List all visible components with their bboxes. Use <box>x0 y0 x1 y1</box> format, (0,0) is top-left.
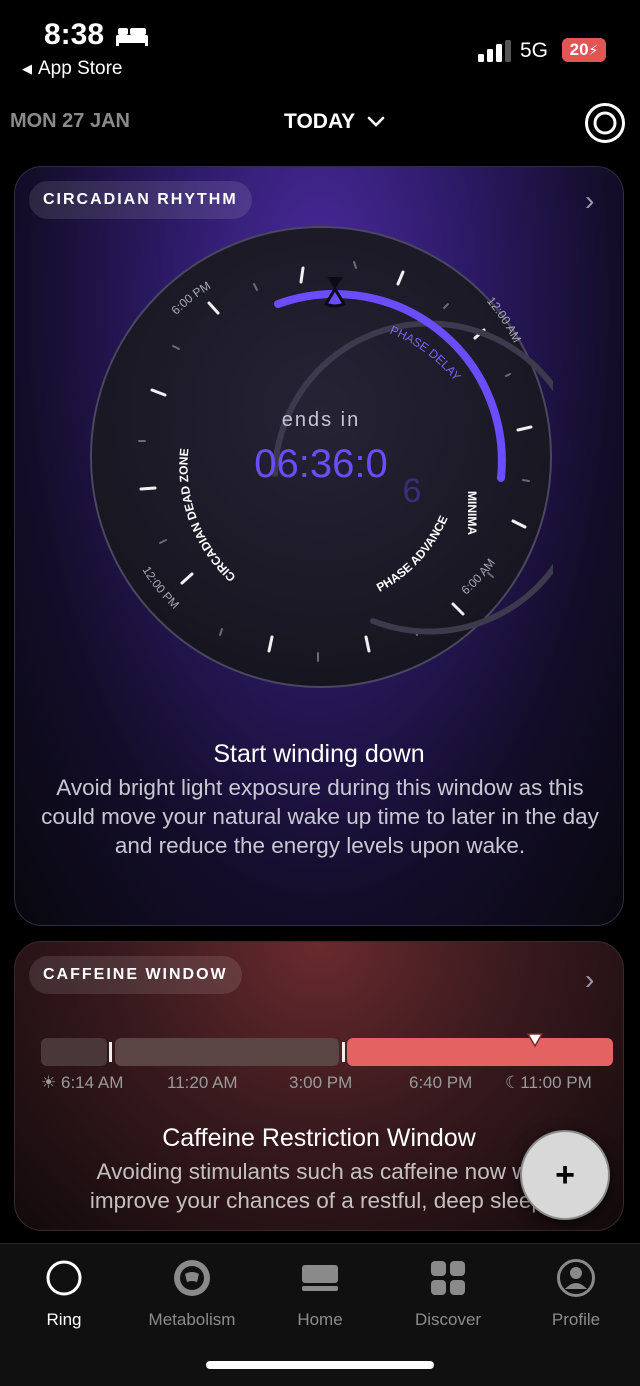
time-label-wake: ☀ 6:14 AM <box>41 1073 123 1093</box>
segment-divider <box>342 1042 345 1062</box>
plus-icon: + <box>555 1155 575 1194</box>
back-to-app-store[interactable]: ◀ App Store <box>22 58 123 80</box>
ends-in-label: ends in <box>282 409 361 431</box>
circadian-rhythm-pill: CIRCADIAN RHYTHM <box>29 181 252 219</box>
time-label-bedtime-text: 11:00 PM <box>520 1073 592 1092</box>
countdown-last-digit: 6 <box>403 472 422 510</box>
caffeine-segment-wake <box>41 1038 107 1066</box>
add-button[interactable]: + <box>520 1130 610 1220</box>
time-label-wake-text: 6:14 AM <box>60 1073 124 1092</box>
segment-divider <box>109 1042 112 1062</box>
cellular-signal-icon <box>478 40 511 62</box>
chevron-right-icon[interactable]: › <box>585 964 594 996</box>
home-indicator <box>206 1361 434 1369</box>
back-link-label: App Store <box>38 58 123 79</box>
battery-level: 20 <box>569 40 589 59</box>
tab-home-label: Home <box>297 1310 343 1329</box>
time-label-2: 11:20 AM <box>167 1073 238 1092</box>
current-date-label: TODAY <box>284 110 356 133</box>
discover-icon <box>431 1261 465 1295</box>
time-label-3: 3:00 PM <box>289 1073 353 1092</box>
time-label-bedtime: ☾11:00 PM <box>505 1073 592 1093</box>
circadian-card-body: Avoid bright light exposure during this … <box>41 775 599 858</box>
circadian-rhythm-card[interactable]: CIRCADIAN RHYTHM › 6:00 PM 12:00 AM 6:00… <box>14 166 624 926</box>
sleep-mode-icon <box>116 28 148 46</box>
tab-metabolism[interactable]: Metabolism <box>128 1258 256 1330</box>
zone-minima: MINIMA <box>465 491 479 535</box>
chevron-down-icon <box>367 116 385 127</box>
date-selector[interactable]: TODAY <box>284 110 385 134</box>
ring-icon <box>46 1260 82 1296</box>
tab-home[interactable]: Home <box>256 1258 384 1330</box>
sun-icon: ☀ <box>41 1073 57 1092</box>
tab-discover-label: Discover <box>414 1310 482 1329</box>
back-arrow-icon: ◀ <box>22 61 32 76</box>
caffeine-segment-allowed <box>115 1038 339 1066</box>
now-marker-icon <box>526 1033 544 1048</box>
caffeine-window-pill: CAFFEINE WINDOW <box>29 956 242 994</box>
battery-indicator: 20 ⚡ <box>562 38 606 62</box>
ring-status-button[interactable] <box>584 102 626 144</box>
circadian-card-title: Start winding down <box>213 740 425 768</box>
tab-profile-label: Profile <box>551 1310 601 1329</box>
chevron-right-icon[interactable]: › <box>585 185 594 217</box>
network-type: 5G <box>520 39 549 62</box>
caffeine-segment-restricted <box>347 1038 613 1066</box>
tab-discover[interactable]: Discover <box>384 1258 512 1330</box>
charging-bolt-icon: ⚡ <box>588 41 599 58</box>
time-label-4: 6:40 PM <box>409 1073 473 1092</box>
home-icon <box>302 1265 338 1291</box>
circadian-dial: 6:00 PM 12:00 AM 6:00 AM 12:00 PM PHASE … <box>90 226 553 688</box>
metabolism-icon <box>174 1260 210 1296</box>
caffeine-card-body: Avoiding stimulants such as caffeine now… <box>89 1159 551 1213</box>
previous-date-tab[interactable]: MON 27 JAN <box>0 110 130 133</box>
status-time: 8:38 <box>44 18 105 51</box>
countdown-timer: 06:36:0 <box>254 442 387 486</box>
tab-ring[interactable]: Ring <box>0 1258 128 1330</box>
profile-icon <box>557 1259 595 1297</box>
tab-profile[interactable]: Profile <box>512 1258 640 1330</box>
tab-metabolism-label: Metabolism <box>148 1310 236 1329</box>
previous-date-label: MON 27 JAN <box>9 110 130 132</box>
tab-ring-label: Ring <box>46 1310 82 1329</box>
moon-icon: ☾ <box>505 1073 521 1092</box>
